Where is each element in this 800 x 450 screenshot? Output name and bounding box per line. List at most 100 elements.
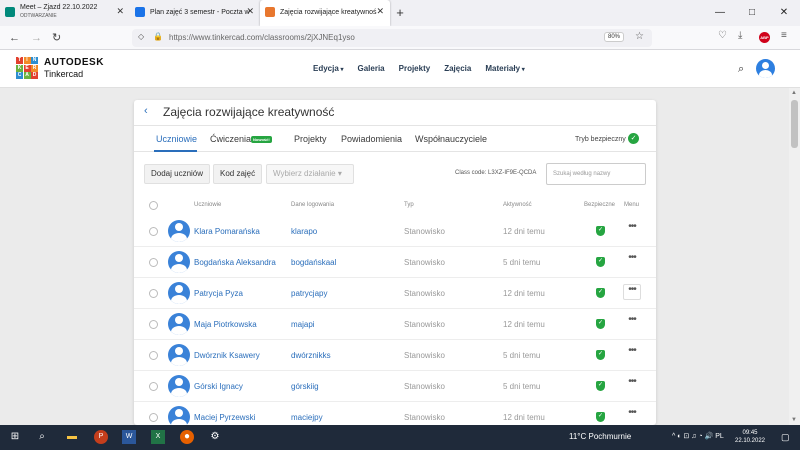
class-code-button[interactable]: Kod zajęć bbox=[213, 164, 263, 184]
forward-arrow-icon[interactable]: → bbox=[31, 30, 42, 46]
search-icon[interactable]: ⌕ bbox=[738, 63, 744, 76]
new-tab-button[interactable]: + bbox=[390, 0, 410, 26]
hamburger-menu-icon[interactable]: ≡ bbox=[781, 30, 787, 41]
clock[interactable]: 09:45 22.10.2022 bbox=[734, 429, 766, 445]
new-badge: Nowość! bbox=[251, 136, 272, 143]
student-name[interactable]: Dwórznik Ksawery bbox=[194, 351, 260, 360]
row-checkbox[interactable] bbox=[149, 258, 158, 267]
row-checkbox[interactable] bbox=[149, 289, 158, 298]
scroll-thumb[interactable] bbox=[791, 100, 798, 148]
student-type: Stanowisko bbox=[404, 227, 445, 236]
row-checkbox[interactable] bbox=[149, 227, 158, 236]
settings-gear-icon[interactable]: ⚙ bbox=[208, 430, 222, 444]
safe-shield-icon[interactable]: ✓ bbox=[628, 133, 639, 144]
choose-action-dropdown[interactable]: Wybierz działanie ▾ bbox=[266, 164, 354, 184]
weather-widget[interactable]: 11°C Pochmurnie bbox=[569, 432, 631, 441]
browser-tab-mail[interactable]: Plan zajęć 3 semestr - Poczta w ✕ bbox=[130, 0, 260, 26]
col-menu: Menu bbox=[624, 202, 640, 208]
student-avatar bbox=[168, 282, 190, 304]
tinkercad-logo-icon[interactable]: TIN KER CAD bbox=[16, 57, 38, 79]
student-login[interactable]: klarapo bbox=[291, 227, 317, 236]
firefox-icon[interactable]: ● bbox=[180, 430, 194, 444]
close-tab-icon[interactable]: ✕ bbox=[376, 6, 384, 17]
nav-materialy[interactable]: Materiały bbox=[485, 64, 524, 73]
close-window-button[interactable]: ✕ bbox=[768, 0, 800, 26]
row-menu-icon[interactable]: ••• bbox=[623, 377, 641, 393]
word-icon[interactable]: W bbox=[122, 430, 136, 444]
system-tray-icons[interactable]: ^ ◐ ⊡ ♫ ◔ 🔊 PL bbox=[672, 432, 724, 440]
url-text[interactable]: https://www.tinkercad.com/classrooms/2jX… bbox=[169, 33, 355, 42]
windows-start-icon[interactable]: ⊞ bbox=[8, 430, 22, 444]
zoom-level[interactable]: 80% bbox=[603, 32, 624, 42]
close-tab-icon[interactable]: ✕ bbox=[116, 6, 124, 17]
nav-edycja[interactable]: Edycja bbox=[313, 64, 343, 73]
add-students-button[interactable]: Dodaj uczniów bbox=[144, 164, 211, 184]
brand-autodesk[interactable]: AUTODESK bbox=[44, 57, 104, 68]
row-checkbox[interactable] bbox=[149, 382, 158, 391]
tab-uczniowie[interactable]: Uczniowie bbox=[156, 134, 197, 144]
lock-icon[interactable]: 🔒 bbox=[153, 32, 163, 41]
student-login[interactable]: górskiig bbox=[291, 382, 319, 391]
reload-icon[interactable]: ↻ bbox=[52, 30, 61, 46]
file-explorer-icon[interactable]: ▬ bbox=[65, 430, 79, 444]
safe-check-icon: ✓ bbox=[596, 350, 605, 360]
tab-powiadomienia[interactable]: Powiadomienia bbox=[341, 134, 402, 144]
tab-wspolnauczyciele[interactable]: Współnauczyciele bbox=[415, 134, 487, 144]
row-menu-icon[interactable]: ••• bbox=[623, 346, 641, 362]
select-all-checkbox[interactable] bbox=[149, 201, 158, 210]
downloads-icon[interactable]: ⤓ bbox=[738, 30, 742, 41]
safe-check-icon: ✓ bbox=[596, 226, 605, 236]
close-tab-icon[interactable]: ✕ bbox=[246, 6, 254, 17]
powerpoint-icon[interactable]: P bbox=[94, 430, 108, 444]
nav-galeria[interactable]: Galeria bbox=[357, 64, 384, 73]
user-avatar[interactable] bbox=[756, 59, 775, 78]
row-checkbox[interactable] bbox=[149, 351, 158, 360]
row-checkbox[interactable] bbox=[149, 320, 158, 329]
back-arrow-icon[interactable]: ← bbox=[9, 30, 20, 46]
excel-icon[interactable]: X bbox=[151, 430, 165, 444]
adblock-icon[interactable]: ABP bbox=[759, 32, 770, 43]
notification-icon[interactable]: ▢ bbox=[781, 432, 790, 443]
row-menu-icon[interactable]: ••• bbox=[623, 315, 641, 331]
row-menu-icon[interactable]: ••• bbox=[623, 408, 641, 424]
row-menu-icon[interactable]: ••• bbox=[623, 284, 641, 300]
bookmark-star-icon[interactable]: ☆ bbox=[635, 31, 644, 42]
logo-tile: I bbox=[23, 57, 31, 64]
student-login[interactable]: dwórznikks bbox=[291, 351, 331, 360]
safe-check-icon: ✓ bbox=[596, 288, 605, 298]
student-name[interactable]: Klara Pomarańska bbox=[194, 227, 260, 236]
student-login[interactable]: patrycjapy bbox=[291, 289, 327, 298]
row-menu-icon[interactable]: ••• bbox=[623, 253, 641, 269]
brand-tinkercad[interactable]: Tinkercad bbox=[44, 69, 83, 79]
student-search-input[interactable]: Szukaj według nazwy bbox=[546, 163, 646, 185]
tab-projekty[interactable]: Projekty bbox=[294, 134, 327, 144]
student-name[interactable]: Bogdańska Aleksandra bbox=[194, 258, 276, 267]
student-type: Stanowisko bbox=[404, 382, 445, 391]
row-menu-icon[interactable]: ••• bbox=[623, 222, 641, 238]
taskbar-search-icon[interactable]: ⌕ bbox=[35, 430, 49, 444]
student-login[interactable]: maciejpy bbox=[291, 413, 323, 422]
scroll-down-icon[interactable]: ▼ bbox=[791, 417, 797, 423]
browser-tab-meet[interactable]: Meet – Zjazd 22.10.2022 ODTWARZANIE ✕ bbox=[0, 0, 130, 26]
scroll-up-icon[interactable]: ▲ bbox=[791, 90, 797, 96]
col-activity[interactable]: Aktywność bbox=[503, 202, 532, 208]
minimize-button[interactable]: — bbox=[704, 0, 736, 26]
pocket-icon[interactable]: ♡ bbox=[718, 30, 727, 41]
student-login[interactable]: bogdańskaal bbox=[291, 258, 336, 267]
student-name[interactable]: Maja Piotrkowska bbox=[194, 320, 257, 329]
tab-cwiczenia[interactable]: Ćwiczenia bbox=[210, 134, 251, 144]
browser-tab-tinkercad[interactable]: Zajęcia rozwijające kreatywnoś ✕ bbox=[260, 0, 390, 26]
maximize-button[interactable]: □ bbox=[736, 0, 768, 26]
address-bar[interactable]: ◇ 🔒 https://www.tinkercad.com/classrooms… bbox=[132, 29, 652, 47]
student-name[interactable]: Górski Ignacy bbox=[194, 382, 243, 391]
nav-zajecia[interactable]: Zajęcia bbox=[444, 64, 471, 73]
student-name[interactable]: Maciej Pyrzewski bbox=[194, 413, 255, 422]
page-scrollbar[interactable]: ▲ ▼ bbox=[789, 88, 800, 425]
row-checkbox[interactable] bbox=[149, 413, 158, 422]
student-name[interactable]: Patrycja Pyza bbox=[194, 289, 243, 298]
tracking-shield-icon[interactable]: ◇ bbox=[138, 32, 144, 41]
back-chevron-icon[interactable]: ‹ bbox=[144, 105, 148, 117]
col-students[interactable]: Uczniowie bbox=[194, 202, 221, 208]
nav-projekty[interactable]: Projekty bbox=[399, 64, 431, 73]
student-login[interactable]: majapi bbox=[291, 320, 315, 329]
